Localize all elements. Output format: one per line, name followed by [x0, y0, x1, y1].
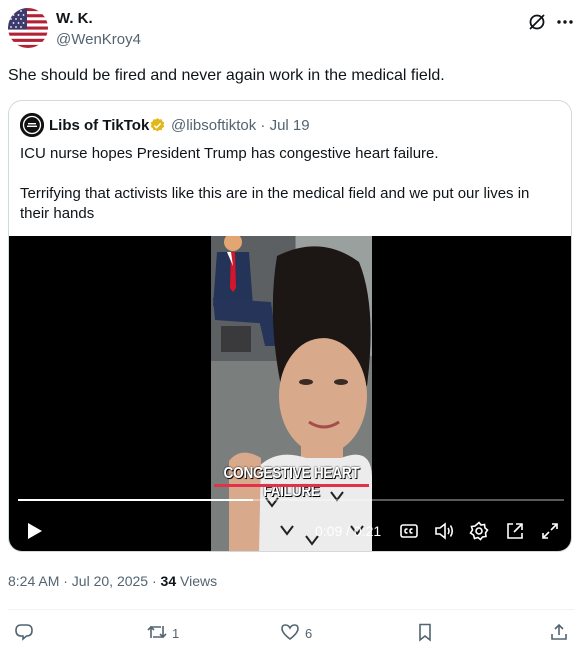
- grok-icon[interactable]: [527, 12, 547, 32]
- play-icon[interactable]: [23, 520, 45, 542]
- repost-count: 1: [172, 626, 180, 641]
- video-time: 0:09 / 0:21: [315, 523, 382, 539]
- reply-icon[interactable]: [14, 622, 34, 642]
- video-scrubber-progress[interactable]: [18, 499, 253, 501]
- caption-underline: [214, 484, 369, 487]
- fullscreen-icon[interactable]: [539, 520, 561, 542]
- more-icon[interactable]: [555, 12, 575, 32]
- quote-handle-date[interactable]: @libsoftiktok · Jul 19: [171, 117, 310, 134]
- tweet-text: She should be fired and never again work…: [8, 67, 445, 84]
- author-handle[interactable]: @WenKroy4: [56, 31, 141, 48]
- share-icon[interactable]: [549, 622, 569, 642]
- like-count: 6: [305, 626, 313, 641]
- pop-out-icon[interactable]: [504, 520, 526, 542]
- video-player[interactable]: CONGESTIVE HEART FAILURE 0:09 / 0:21: [9, 236, 571, 551]
- author-name[interactable]: W. K.: [56, 10, 93, 27]
- repost-icon[interactable]: [146, 622, 167, 642]
- bookmark-icon[interactable]: [415, 622, 435, 642]
- quote-avatar[interactable]: [20, 113, 44, 137]
- tweet-timestamp[interactable]: 8:24 AM · Jul 20, 2025 ·: [8, 573, 161, 589]
- us-flag-avatar-icon: [8, 8, 48, 48]
- tweet-meta: 8:24 AM · Jul 20, 2025 · 34 Views: [8, 573, 217, 589]
- quote-text: ICU nurse hopes President Trump has cong…: [20, 145, 530, 222]
- volume-icon[interactable]: [433, 520, 455, 542]
- quote-author-name[interactable]: Libs of TikTok: [49, 117, 149, 134]
- settings-icon[interactable]: [468, 520, 490, 542]
- video-caption: CONGESTIVE HEART FAILURE: [223, 465, 360, 500]
- libs-of-tiktok-avatar-icon: [20, 113, 44, 137]
- closed-captions-icon[interactable]: [398, 520, 420, 542]
- video-frame: [211, 236, 372, 551]
- verified-gold-badge-icon: [149, 117, 166, 134]
- views-label: Views: [176, 573, 218, 589]
- divider: [8, 609, 574, 610]
- quoted-tweet[interactable]: Libs of TikTok @libsoftiktok · Jul 19 IC…: [8, 100, 572, 552]
- like-icon[interactable]: [280, 622, 300, 642]
- author-avatar[interactable]: [8, 8, 48, 48]
- views-count: 34: [160, 573, 177, 589]
